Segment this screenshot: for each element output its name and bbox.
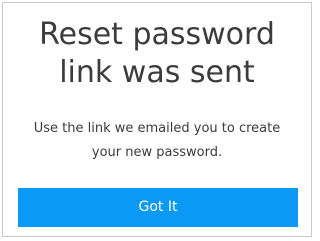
- dialog-title: Reset password link was sent: [3, 16, 311, 92]
- dialog-message-line-1: Use the link we emailed you to create: [33, 121, 281, 136]
- got-it-button[interactable]: Got It: [18, 188, 298, 227]
- dialog-message: Use the link we emailed you to create yo…: [3, 117, 311, 165]
- reset-password-dialog: Reset password link was sent Use the lin…: [2, 2, 312, 237]
- dialog-title-line-1: Reset password: [39, 17, 275, 52]
- dialog-message-line-2: your new password.: [91, 145, 223, 160]
- dialog-title-line-2: link was sent: [59, 55, 255, 90]
